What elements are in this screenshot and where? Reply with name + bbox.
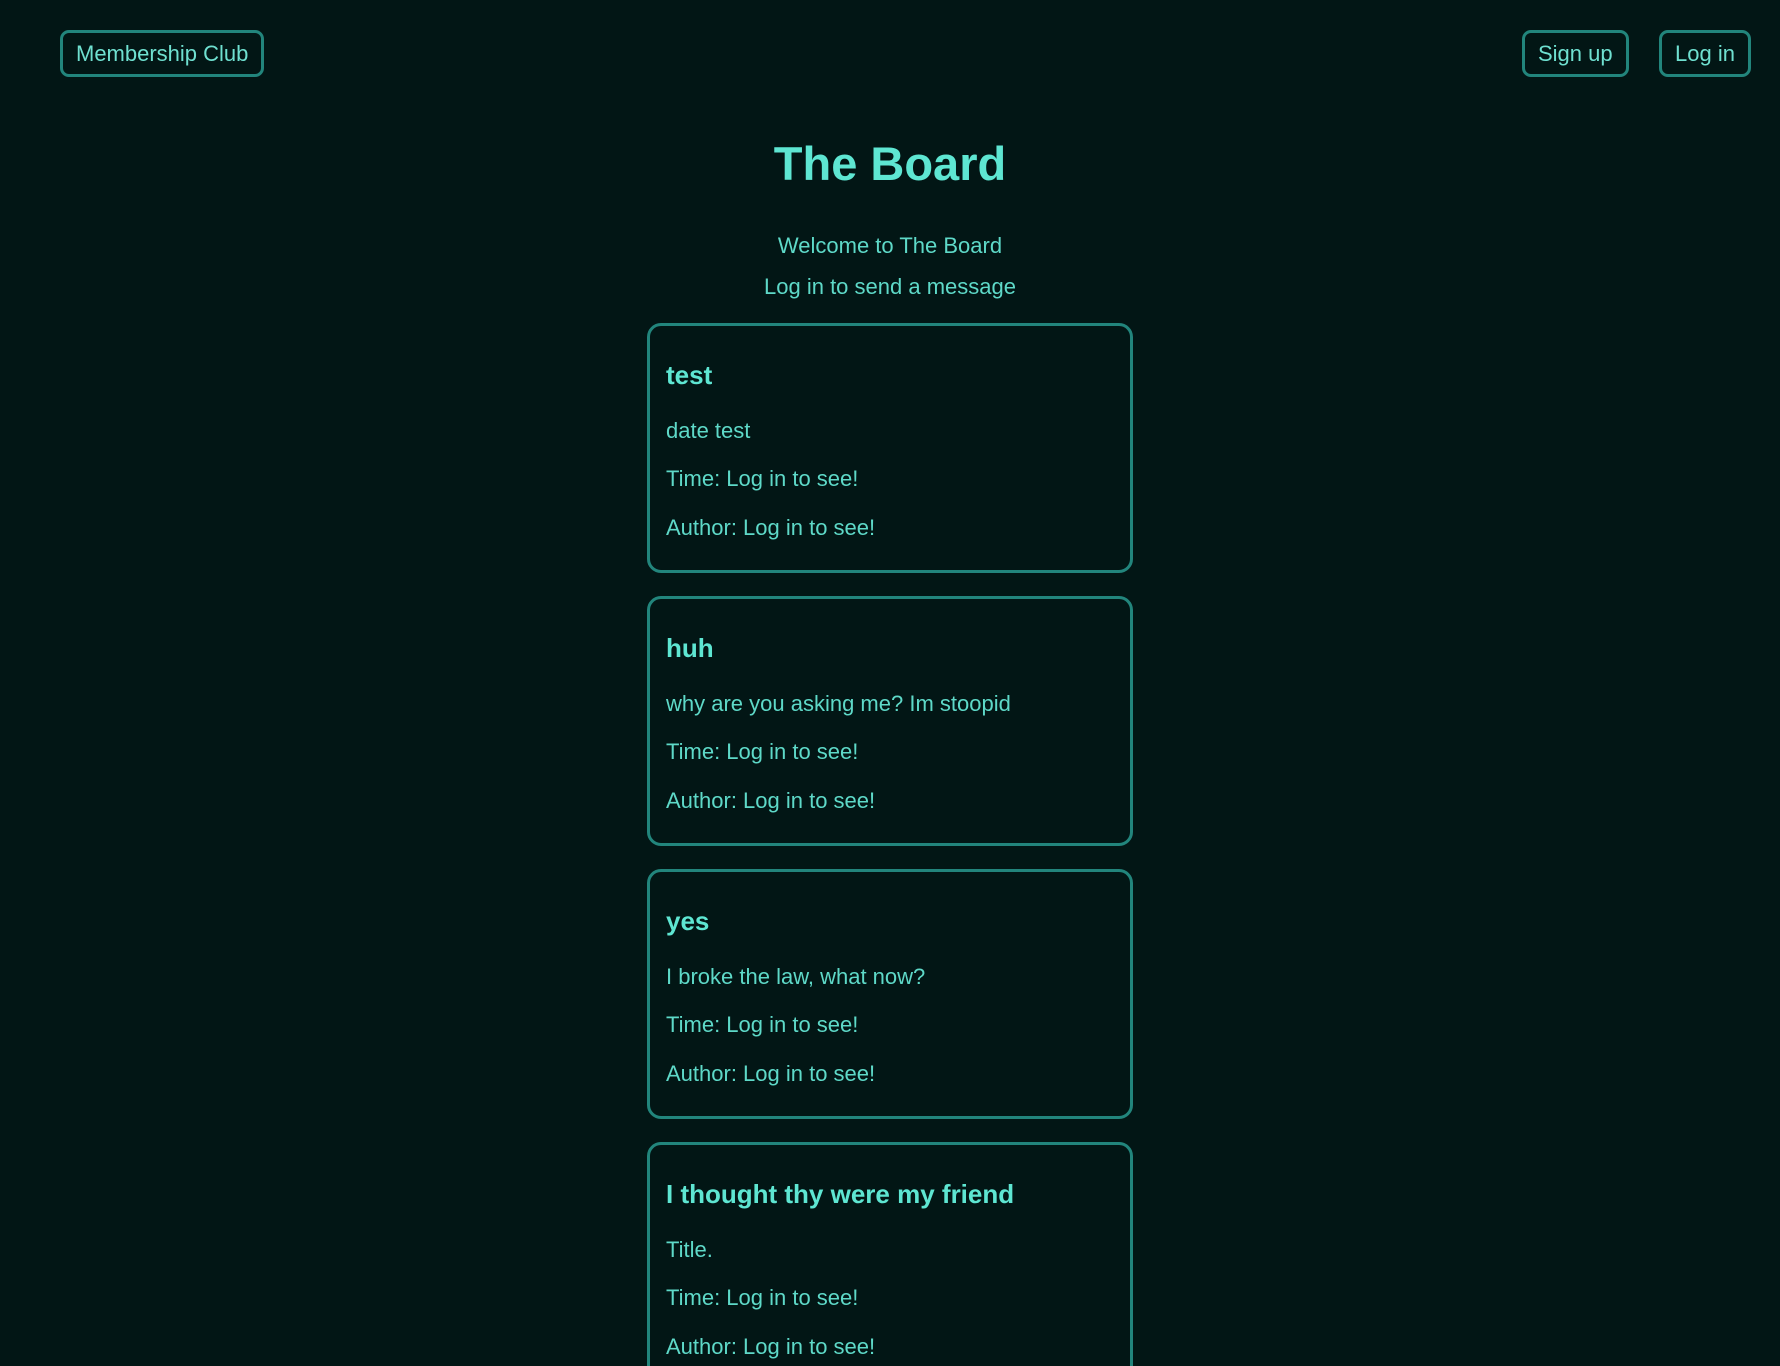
message-time: Time: Log in to see! bbox=[666, 1285, 859, 1310]
message-time: Time: Log in to see! bbox=[666, 466, 859, 491]
message-author: Author: Log in to see! bbox=[666, 515, 876, 540]
message-body: date test bbox=[666, 418, 751, 443]
message-time: Time: Log in to see! bbox=[666, 1012, 859, 1037]
message-author: Author: Log in to see! bbox=[666, 788, 876, 813]
message-list: test date test Time: Log in to see! Auth… bbox=[647, 323, 1133, 1366]
log-in-button[interactable]: Log in bbox=[1659, 30, 1751, 77]
message-card: huh why are you asking me? Im stoopid Ti… bbox=[647, 596, 1133, 846]
membership-club-home-link[interactable]: Membership Club bbox=[60, 30, 265, 77]
sign-up-button[interactable]: Sign up bbox=[1522, 30, 1629, 77]
message-card: I thought thy were my friend Title. Time… bbox=[647, 1142, 1133, 1366]
message-card: test date test Time: Log in to see! Auth… bbox=[647, 323, 1133, 573]
login-hint-text: Log in to send a message bbox=[764, 274, 1016, 299]
page-title: The Board bbox=[773, 137, 1007, 190]
message-author: Author: Log in to see! bbox=[666, 1334, 876, 1359]
message-body: why are you asking me? Im stoopid bbox=[666, 691, 1011, 716]
message-title: test bbox=[666, 360, 713, 390]
message-body: Title. bbox=[666, 1237, 713, 1262]
message-author: Author: Log in to see! bbox=[666, 1061, 876, 1086]
message-card: yes I broke the law, what now? Time: Log… bbox=[647, 869, 1133, 1119]
message-time: Time: Log in to see! bbox=[666, 739, 859, 764]
message-body: I broke the law, what now? bbox=[666, 964, 926, 989]
welcome-text: Welcome to The Board bbox=[777, 233, 1003, 258]
message-title: yes bbox=[666, 906, 710, 936]
message-title: huh bbox=[666, 633, 714, 663]
message-title: I thought thy were my friend bbox=[666, 1179, 1015, 1209]
page: Membership Club Sign up Log in The Board… bbox=[0, 0, 1780, 1366]
